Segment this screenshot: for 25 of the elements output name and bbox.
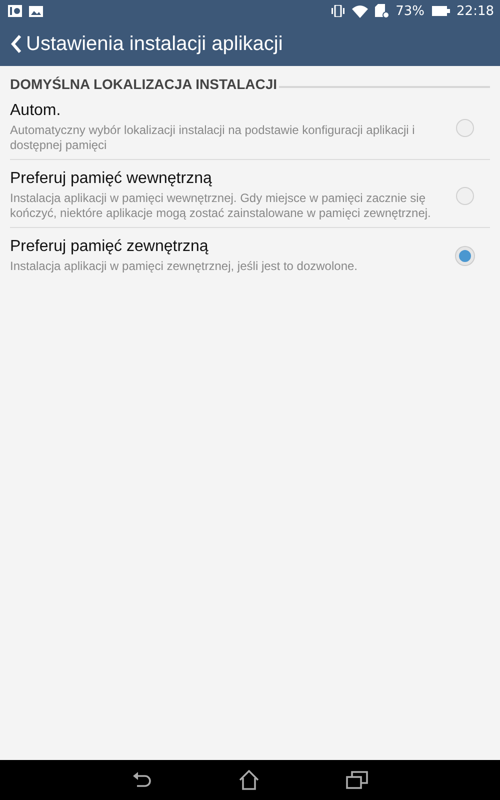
battery-icon xyxy=(432,6,450,16)
wifi-icon xyxy=(352,4,368,18)
option-item[interactable]: Preferuj pamięć wewnętrzną Instalacja aplikacji w pamięci wewnętrznej. Gdy miejsce w pamięci zacznie się kończyć, niektóre aplikacje mogą zostać zainstalowane w pamięci zewnętrznej. xyxy=(10,160,490,228)
option-item[interactable]: Preferuj pamięć zewnętrzną Instalacja aplikacji w pamięci zewnętrznej, jeśli jest to dozwolone. xyxy=(10,228,490,280)
radio-button[interactable] xyxy=(456,186,474,204)
clock: 22:18 xyxy=(456,4,494,18)
option-title: Preferuj pamięć zewnętrzną xyxy=(10,238,210,256)
option-description: Automatyczny wybór lokalizacji instalacji na podstawie konfiguracji aplikacji i dostępnej pamięci xyxy=(10,123,416,153)
home-icon[interactable] xyxy=(238,770,260,790)
chevron-left-icon xyxy=(10,34,22,54)
back-icon[interactable] xyxy=(132,771,152,789)
notification-icon xyxy=(8,5,22,17)
image-icon xyxy=(29,6,43,16)
option-description: Instalacja aplikacji w pamięci zewnętrznej, jeśli jest to dozwolone. xyxy=(10,259,358,274)
option-title: Autom. xyxy=(10,102,62,120)
recent-apps-icon[interactable] xyxy=(346,771,368,789)
battery-percent: 73% xyxy=(396,4,425,18)
radio-button[interactable] xyxy=(456,247,474,265)
section-header: DOMYŚLNA LOKALIZACJA INSTALACJI xyxy=(10,76,278,92)
sd-card-icon xyxy=(374,4,389,18)
option-title: Preferuj pamięć wewnętrzną xyxy=(10,170,213,188)
option-item[interactable]: Autom. Automatyczny wybór lokalizacji instalacji na podstawie konfiguracji aplikacji i dostępnej pamięci xyxy=(10,92,490,160)
vibrate-icon xyxy=(330,5,345,17)
option-description: Instalacja aplikacji w pamięci wewnętrznej. Gdy miejsce w pamięci zacznie się kończyć, niektóre aplikacje mogą zostać zainstalowane w pamięci zewnętrznej. xyxy=(10,191,432,221)
radio-button[interactable] xyxy=(456,118,474,136)
